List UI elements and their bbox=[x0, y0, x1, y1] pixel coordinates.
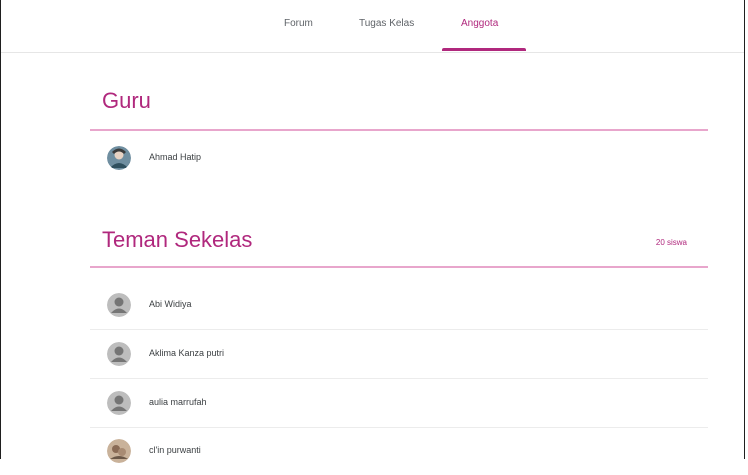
classmates-divider bbox=[90, 266, 708, 268]
active-tab-indicator bbox=[442, 48, 526, 51]
photo-avatar-icon bbox=[107, 439, 131, 463]
tab-anggota[interactable]: Anggota bbox=[458, 18, 501, 29]
member-name: cl'in purwanti bbox=[149, 445, 201, 455]
default-avatar-icon bbox=[107, 342, 131, 366]
member-name: Aklima Kanza putri bbox=[149, 348, 225, 358]
member-row-aulia-marrufah[interactable]: aulia marrufah bbox=[90, 379, 708, 428]
tab-forum[interactable]: Forum bbox=[281, 18, 316, 29]
default-avatar-icon bbox=[107, 293, 131, 317]
teachers-divider bbox=[90, 129, 708, 131]
member-row-ahmad-hatip[interactable]: Ahmad Hatip bbox=[90, 134, 708, 182]
member-row-clin-purwanti[interactable]: cl'in purwanti bbox=[90, 427, 708, 475]
member-name: Ahmad Hatip bbox=[149, 152, 202, 162]
member-row-abi-widiya[interactable]: Abi Widiya bbox=[90, 281, 708, 330]
photo-avatar-icon bbox=[107, 146, 131, 170]
classroom-window: Forum Tugas Kelas Anggota Guru Ahmad Hat… bbox=[0, 0, 745, 463]
top-navigation: Forum Tugas Kelas Anggota bbox=[1, 0, 744, 53]
teachers-heading: Guru bbox=[102, 88, 151, 113]
tab-tugas-kelas[interactable]: Tugas Kelas bbox=[356, 18, 417, 29]
member-name: Abi Widiya bbox=[149, 299, 192, 309]
student-count: 20 siswa bbox=[655, 238, 687, 247]
default-avatar-icon bbox=[107, 391, 131, 415]
member-row-aklima-kanza-putri[interactable]: Aklima Kanza putri bbox=[90, 330, 708, 379]
classmates-heading: Teman Sekelas bbox=[102, 227, 253, 252]
member-name: aulia marrufah bbox=[149, 397, 207, 407]
